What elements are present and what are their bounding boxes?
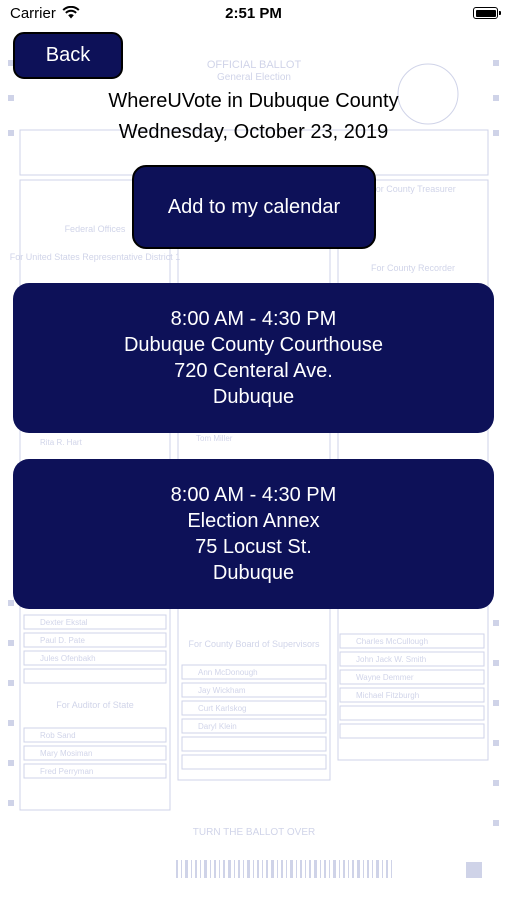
status-bar: Carrier 2:51 PM — [0, 0, 507, 28]
location-address: 720 Centeral Ave. — [174, 360, 333, 382]
location-hours: 8:00 AM - 4:30 PM — [170, 308, 337, 330]
svg-text:Jules Ofenbakh: Jules Ofenbakh — [40, 654, 96, 663]
svg-text:Mary Mosiman: Mary Mosiman — [40, 749, 92, 758]
add-to-calendar-button[interactable]: Add to my calendar — [132, 165, 376, 249]
back-button-label: Back — [45, 44, 91, 66]
svg-text:For County Recorder: For County Recorder — [371, 263, 455, 273]
svg-text:John Jack W. Smith: John Jack W. Smith — [356, 655, 426, 664]
svg-text:Charles McCullough: Charles McCullough — [356, 637, 428, 646]
battery-icon — [473, 7, 501, 19]
svg-text:For County Treasurer: For County Treasurer — [370, 184, 456, 194]
election-date: Wednesday, October 23, 2019 — [118, 121, 389, 143]
svg-text:Federal Offices: Federal Offices — [65, 224, 126, 234]
svg-text:Ann McDonough: Ann McDonough — [198, 668, 258, 677]
svg-text:For United States Representati: For United States Representative Distric… — [10, 252, 181, 262]
svg-text:Dexter Ekstal: Dexter Ekstal — [40, 618, 88, 627]
back-button[interactable]: Back — [13, 32, 123, 79]
svg-text:Daryl Klein: Daryl Klein — [198, 722, 237, 731]
svg-text:Michael Fitzburgh: Michael Fitzburgh — [356, 691, 419, 700]
location-name: Election Annex — [187, 510, 320, 532]
svg-text:Tom Miller: Tom Miller — [196, 434, 233, 443]
svg-text:Rita R. Hart: Rita R. Hart — [40, 438, 83, 447]
svg-text:Curt Karlskog: Curt Karlskog — [198, 704, 246, 713]
polling-location-card[interactable]: 8:00 AM - 4:30 PM Election Annex 75 Locu… — [13, 459, 494, 609]
svg-text:OFFICIAL BALLOT: OFFICIAL BALLOT — [207, 59, 302, 71]
svg-text:Wayne Demmer: Wayne Demmer — [356, 673, 414, 682]
svg-text:General Election: General Election — [217, 72, 291, 83]
add-to-calendar-label: Add to my calendar — [167, 195, 341, 218]
location-name: Dubuque County Courthouse — [123, 334, 384, 356]
location-hours: 8:00 AM - 4:30 PM — [170, 484, 337, 506]
svg-text:TURN THE BALLOT OVER: TURN THE BALLOT OVER — [193, 827, 315, 838]
svg-text:Paul D. Pate: Paul D. Pate — [40, 636, 85, 645]
svg-text:For County Board of Supervisor: For County Board of Supervisors — [188, 639, 320, 649]
svg-text:For Auditor of State: For Auditor of State — [56, 700, 134, 710]
status-time: 2:51 PM — [225, 5, 282, 22]
svg-text:Fred Perryman: Fred Perryman — [40, 767, 93, 776]
location-address: 75 Locust St. — [195, 536, 312, 558]
location-city: Dubuque — [212, 562, 295, 584]
svg-text:Jay Wickham: Jay Wickham — [198, 686, 246, 695]
location-city: Dubuque — [212, 386, 295, 408]
polling-location-card[interactable]: 8:00 AM - 4:30 PM Dubuque County Courtho… — [13, 283, 494, 433]
svg-text:Rob Sand: Rob Sand — [40, 731, 76, 740]
page-title: WhereUVote in Dubuque County — [108, 90, 399, 112]
